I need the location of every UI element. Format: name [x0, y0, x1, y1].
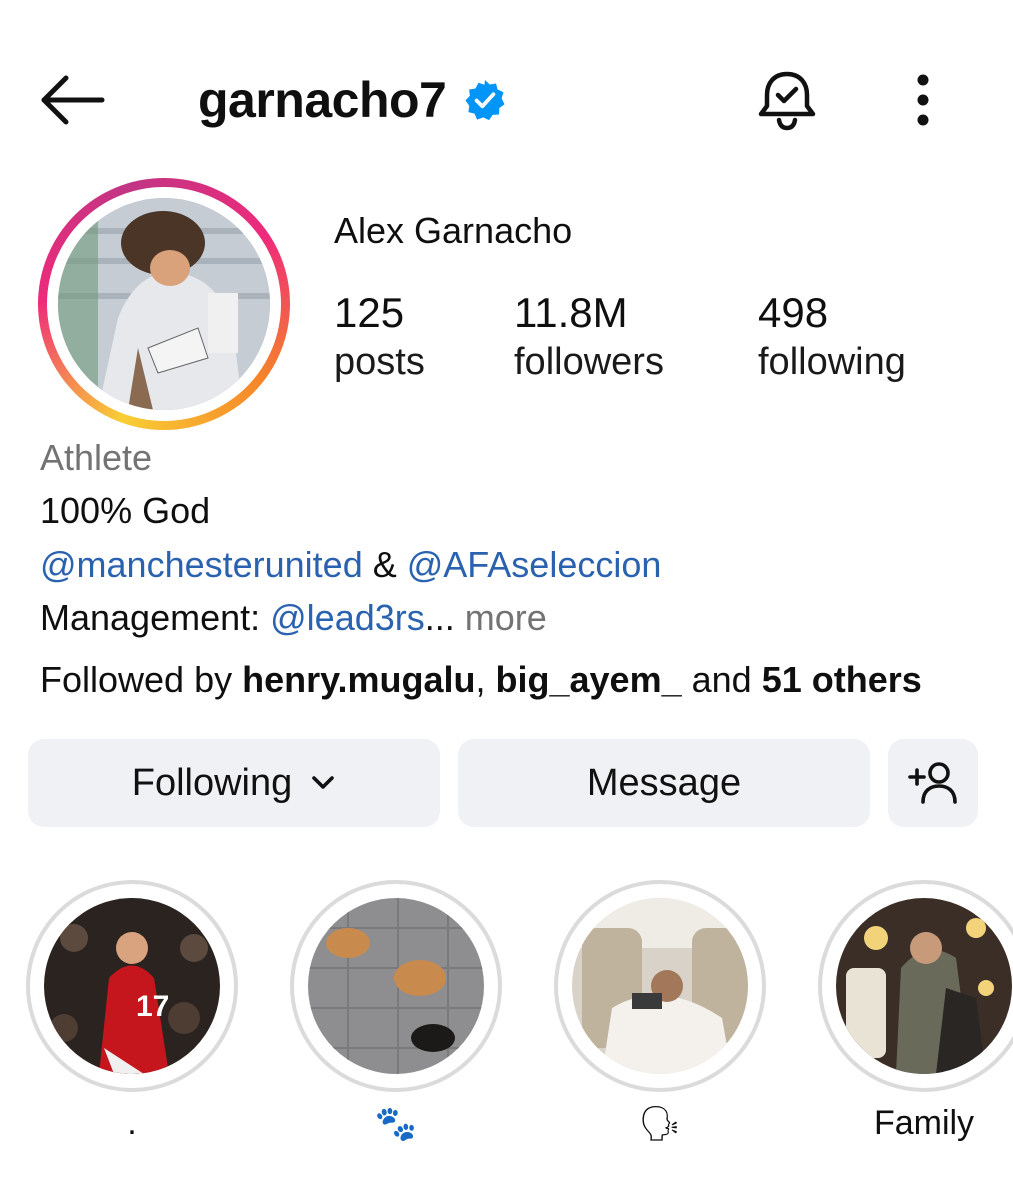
svg-text:17: 17: [136, 990, 169, 1023]
highlight-1[interactable]: 17: [26, 880, 238, 1092]
followed-others: 51 others: [761, 659, 922, 700]
mention-afaseleccion[interactable]: @AFAseleccion: [407, 544, 662, 585]
followed-by-prefix: Followed by: [40, 659, 243, 700]
highlight-ring: [290, 880, 502, 1092]
bio-mentions-line: @manchesterunited & @AFAseleccion: [40, 543, 661, 587]
highlight-cover: [836, 898, 1012, 1074]
highlight-2-label: 🐾: [374, 1105, 418, 1143]
following-label: following: [758, 341, 906, 383]
following-stat[interactable]: 498 following: [758, 288, 906, 386]
avatar-border: [47, 187, 281, 421]
highlight-1-label: .: [127, 1104, 137, 1142]
followed-user-1: henry.mugalu: [242, 659, 476, 700]
highlight-ring: [554, 880, 766, 1092]
message-button[interactable]: Message: [458, 739, 870, 827]
avatar-illustration: [58, 198, 270, 410]
following-count: 498: [758, 289, 829, 336]
highlight-cover: 17: [44, 898, 220, 1074]
more-options-button[interactable]: [898, 68, 948, 134]
management-label: Management:: [40, 597, 271, 638]
profile-category: Athlete: [40, 437, 153, 478]
display-name: Alex Garnacho: [334, 210, 573, 251]
profile-header-title: garnacho7: [198, 70, 506, 130]
followed-comma: ,: [475, 659, 496, 700]
followed-by-line[interactable]: Followed by henry.mugalu, big_ayem_ and …: [40, 658, 922, 702]
arrow-left-icon: [41, 75, 105, 125]
bio-line: 100% God: [40, 490, 211, 531]
more-vertical-icon: [917, 74, 929, 126]
followers-label: followers: [514, 341, 664, 383]
highlight-4[interactable]: [818, 880, 1013, 1092]
verified-badge-icon: [465, 80, 505, 121]
mention-lead3rs[interactable]: @lead3rs: [270, 597, 425, 638]
message-button-label: Message: [586, 761, 742, 804]
highlight-ring: 17: [26, 880, 238, 1092]
followers-count: 11.8M: [514, 289, 628, 336]
highlight-cover: [308, 898, 484, 1074]
followed-and: and: [681, 659, 762, 700]
profile-avatar[interactable]: [38, 178, 290, 430]
highlight-3-label: 🗣: [638, 1105, 682, 1143]
notifications-button[interactable]: [752, 68, 822, 134]
highlight-2[interactable]: [290, 880, 502, 1092]
followers-stat[interactable]: 11.8M followers: [514, 288, 664, 386]
more-link[interactable]: more: [455, 597, 547, 638]
ampersand: &: [362, 544, 407, 585]
bio-management-line: Management: @lead3rs... more: [40, 596, 547, 640]
following-button-label: Following: [131, 761, 293, 804]
highlight-cover: [572, 898, 748, 1074]
mention-manchesterunited[interactable]: @manchesterunited: [40, 544, 363, 585]
highlight-3[interactable]: [554, 880, 766, 1092]
posts-count: 125: [334, 289, 405, 336]
avatar-image: [58, 198, 270, 410]
add-user-icon: [908, 762, 957, 804]
following-button[interactable]: Following: [28, 739, 440, 827]
bell-check-icon: [758, 71, 816, 131]
suggested-users-button[interactable]: [888, 739, 978, 827]
highlight-ring: [818, 880, 1013, 1092]
posts-label: posts: [334, 341, 425, 383]
back-button[interactable]: [38, 70, 108, 130]
followed-user-2: big_ayem_: [495, 659, 682, 700]
username: garnacho7: [198, 72, 447, 128]
chevron-down-icon: [312, 776, 335, 789]
bio-ellipsis: ...: [424, 597, 455, 638]
posts-stat[interactable]: 125 posts: [334, 288, 425, 386]
highlight-4-label: Family: [873, 1104, 975, 1142]
